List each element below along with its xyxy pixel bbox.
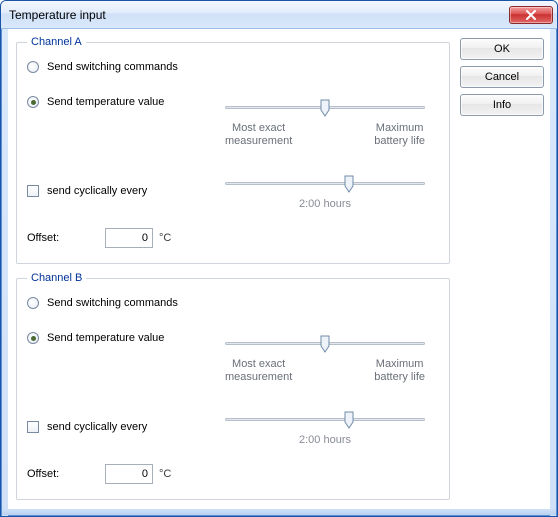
- main-column: Channel A Send switching commands Send t…: [16, 36, 450, 503]
- slider-labels: Most exact measurement Maximum battery l…: [225, 358, 425, 384]
- radio-label: Send temperature value: [47, 332, 164, 344]
- cancel-button[interactable]: Cancel: [460, 66, 544, 88]
- window-title: Temperature input: [9, 8, 509, 22]
- client-area: Channel A Send switching commands Send t…: [8, 30, 550, 509]
- offset-unit: °C: [159, 468, 171, 480]
- slider-label-left: Most exact measurement: [225, 358, 292, 384]
- slider-thumb-icon[interactable]: [320, 335, 330, 353]
- slider-label-right: Maximum battery life: [374, 122, 425, 148]
- checkbox-icon: [27, 421, 39, 433]
- slider-thumb-icon[interactable]: [344, 411, 354, 429]
- close-button[interactable]: [509, 6, 553, 24]
- cyclic-value: 2:00 hours: [225, 198, 425, 210]
- radio-row-switching[interactable]: Send switching commands: [27, 56, 439, 78]
- group-channel-a: Channel A Send switching commands Send t…: [16, 36, 450, 264]
- checkbox-cyclic[interactable]: send cyclically every: [27, 421, 207, 433]
- group-legend: Channel B: [27, 272, 86, 284]
- measurement-slider[interactable]: [225, 96, 425, 120]
- radio-label: Send switching commands: [47, 297, 178, 309]
- cyclic-slider[interactable]: [225, 172, 425, 196]
- checkbox-label: send cyclically every: [47, 185, 147, 197]
- offset-label: Offset:: [27, 232, 87, 244]
- offset-unit: °C: [159, 232, 171, 244]
- radio-label: Send temperature value: [47, 96, 164, 108]
- radio-label: Send switching commands: [47, 61, 178, 73]
- radio-row-switching[interactable]: Send switching commands: [27, 292, 439, 314]
- radio-row-temperature[interactable]: Send temperature value: [27, 332, 207, 344]
- slider-labels: Most exact measurement Maximum battery l…: [225, 122, 425, 148]
- measurement-slider[interactable]: [225, 332, 425, 356]
- radio-icon: [27, 297, 39, 309]
- titlebar[interactable]: Temperature input: [1, 1, 557, 29]
- cyclic-value: 2:00 hours: [225, 434, 425, 446]
- slider-label-left: Most exact measurement: [225, 122, 292, 148]
- slider-thumb-icon[interactable]: [344, 175, 354, 193]
- checkbox-icon: [27, 185, 39, 197]
- info-button[interactable]: Info: [460, 94, 544, 116]
- checkbox-cyclic[interactable]: send cyclically every: [27, 185, 207, 197]
- cyclic-slider[interactable]: [225, 408, 425, 432]
- group-legend: Channel A: [27, 36, 86, 48]
- dialog-window: Temperature input Channel A Send switchi…: [0, 0, 558, 517]
- offset-input[interactable]: 0: [105, 464, 153, 484]
- radio-icon: [27, 96, 39, 108]
- offset-label: Offset:: [27, 468, 87, 480]
- offset-input[interactable]: 0: [105, 228, 153, 248]
- slider-thumb-icon[interactable]: [320, 99, 330, 117]
- group-channel-b: Channel B Send switching commands Send t…: [16, 272, 450, 500]
- radio-icon: [27, 332, 39, 344]
- offset-value: 0: [142, 468, 148, 480]
- radio-icon: [27, 61, 39, 73]
- offset-value: 0: [142, 232, 148, 244]
- radio-row-temperature[interactable]: Send temperature value: [27, 96, 207, 108]
- button-column: OK Cancel Info: [460, 36, 544, 503]
- checkbox-label: send cyclically every: [47, 421, 147, 433]
- ok-button[interactable]: OK: [460, 38, 544, 60]
- slider-label-right: Maximum battery life: [374, 358, 425, 384]
- close-icon: [525, 10, 537, 20]
